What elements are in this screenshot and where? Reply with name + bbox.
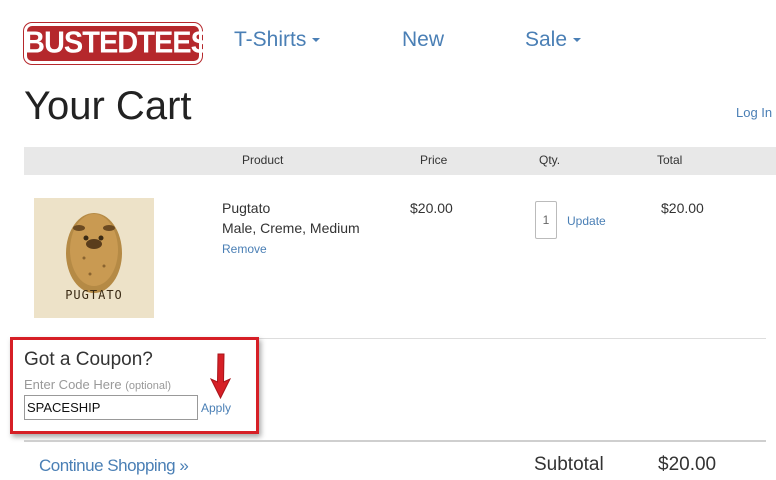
header-price: Price: [420, 153, 448, 167]
quantity-input[interactable]: [535, 201, 557, 239]
brand-logo-text: BUSTEDTEES: [24, 26, 210, 60]
product-name: Pugtato: [222, 200, 271, 216]
coupon-title: Got a Coupon?: [24, 349, 153, 370]
pugtato-product-image[interactable]: PUGTATO: [34, 198, 154, 318]
coupon-label-hint: (optional): [125, 380, 172, 392]
nav-sale[interactable]: Sale: [525, 28, 582, 52]
product-price: $20.00: [410, 200, 453, 216]
coupon-code-input[interactable]: [24, 395, 198, 420]
chevron-down-icon: [312, 38, 321, 43]
header-qty: Qty.: [539, 153, 561, 167]
update-quantity-link[interactable]: Update: [567, 214, 606, 228]
section-divider: [24, 440, 766, 442]
nav-sale-label: Sale: [525, 28, 568, 51]
header-product: Product: [242, 153, 284, 167]
coupon-label: Enter Code Here (optional): [24, 377, 171, 392]
product-variant: Male, Creme, Medium: [222, 220, 360, 236]
apply-coupon-link[interactable]: Apply: [201, 401, 231, 415]
cart-table-header: Product Price Qty. Total: [24, 147, 776, 175]
subtotal-value: $20.00: [658, 454, 717, 475]
nav-tshirts[interactable]: T-Shirts: [234, 28, 321, 52]
page-title: Your Cart: [24, 84, 192, 128]
brand-logo[interactable]: BUSTEDTEES: [24, 23, 210, 64]
product-image-caption: PUGTATO: [65, 288, 123, 302]
red-arrow-icon: [209, 353, 232, 400]
continue-shopping-link[interactable]: Continue Shopping »: [39, 456, 189, 476]
line-total: $20.00: [661, 200, 704, 216]
coupon-label-text: Enter Code Here: [24, 377, 122, 392]
remove-item-link[interactable]: Remove: [222, 242, 267, 256]
login-link[interactable]: Log In: [736, 105, 772, 120]
chevron-down-icon: [573, 38, 582, 43]
subtotal-label: Subtotal: [534, 454, 604, 475]
nav-new-label: New: [402, 28, 445, 51]
nav-new[interactable]: New: [402, 28, 444, 52]
header-total: Total: [657, 153, 683, 167]
nav-tshirts-label: T-Shirts: [234, 28, 307, 51]
